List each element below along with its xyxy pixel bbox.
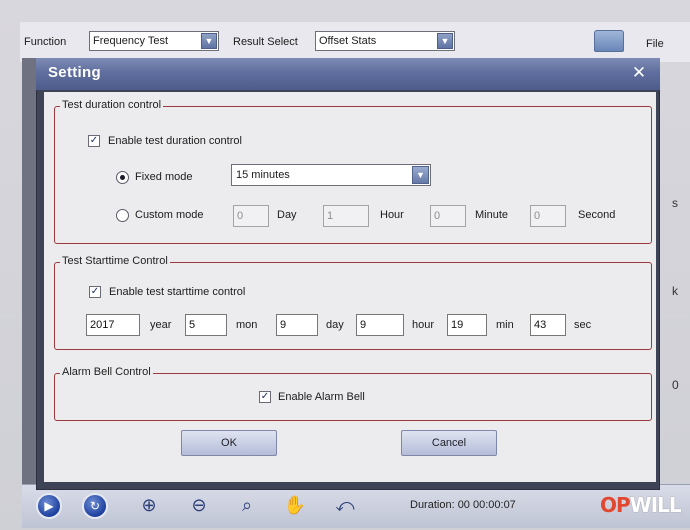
enable-starttime-label[interactable]: Enable test starttime control bbox=[109, 286, 245, 298]
function-select[interactable]: Frequency Test ▼ bbox=[89, 31, 219, 51]
cancel-button[interactable]: Cancel bbox=[401, 430, 497, 456]
file-label[interactable]: File bbox=[646, 38, 664, 50]
starttime-group-title: Test Starttime Control bbox=[60, 255, 170, 267]
enable-alarm-checkbox[interactable]: ✓ bbox=[259, 391, 271, 403]
company-logo: OPWILL bbox=[600, 493, 682, 523]
day-label: Day bbox=[277, 209, 297, 221]
chevron-down-icon[interactable]: ▼ bbox=[201, 33, 217, 49]
custom-mode-radio[interactable] bbox=[116, 209, 129, 222]
radio-selected-dot bbox=[120, 175, 125, 180]
fixed-mode-label[interactable]: Fixed mode bbox=[135, 171, 192, 183]
custom-second-input[interactable]: 0 bbox=[530, 205, 566, 227]
year-label: year bbox=[150, 319, 172, 331]
day-label: day bbox=[326, 319, 344, 331]
hour-label: Hour bbox=[380, 209, 404, 221]
chevron-down-icon[interactable]: ▼ bbox=[437, 33, 453, 49]
start-day-input[interactable]: 9 bbox=[276, 314, 318, 336]
dialog-shadow bbox=[22, 58, 36, 498]
side-text-fragment: 0 bbox=[672, 378, 679, 392]
start-month-input[interactable]: 5 bbox=[185, 314, 227, 336]
min-label: min bbox=[496, 319, 514, 331]
start-minute-input[interactable]: 19 bbox=[447, 314, 487, 336]
pan-hand-icon[interactable]: ✋ bbox=[282, 493, 308, 519]
enable-duration-label[interactable]: Enable test duration control bbox=[108, 135, 242, 147]
minute-label: Minute bbox=[475, 209, 509, 221]
fixed-mode-value: 15 minutes bbox=[236, 169, 290, 181]
enable-starttime-checkbox[interactable]: ✓ bbox=[89, 286, 101, 298]
function-select-value: Frequency Test bbox=[93, 35, 169, 47]
alarm-group-title: Alarm Bell Control bbox=[60, 366, 153, 378]
logo-will-text: WILL bbox=[629, 493, 682, 517]
side-text-fragment: s bbox=[672, 196, 678, 210]
fixed-mode-select[interactable]: 15 minutes ▼ bbox=[231, 164, 431, 186]
file-icon[interactable] bbox=[594, 30, 624, 52]
duration-group-title: Test duration control bbox=[60, 99, 164, 111]
custom-day-input[interactable]: 0 bbox=[233, 205, 269, 227]
result-select[interactable]: Offset Stats ▼ bbox=[315, 31, 455, 51]
zoom-region-icon[interactable]: ⌕ bbox=[234, 493, 260, 519]
play-icon[interactable]: ▶ bbox=[36, 493, 62, 519]
sec-label: sec bbox=[574, 319, 592, 331]
dialog-title: Setting bbox=[48, 64, 101, 81]
dialog-titlebar[interactable] bbox=[36, 58, 660, 90]
second-label: Second bbox=[578, 209, 616, 221]
starttime-group bbox=[54, 262, 652, 350]
result-select-label: Result Select bbox=[233, 36, 298, 48]
hour-label: hour bbox=[412, 319, 435, 331]
fixed-mode-radio[interactable] bbox=[116, 171, 129, 184]
zoom-in-icon[interactable]: ⊕ bbox=[136, 493, 162, 519]
start-hour-input[interactable]: 9 bbox=[356, 314, 404, 336]
start-year-input[interactable]: 2017 bbox=[86, 314, 140, 336]
zoom-out-icon[interactable]: ⊖ bbox=[186, 493, 212, 519]
refresh-icon[interactable]: ↻ bbox=[82, 493, 108, 519]
chevron-down-icon[interactable]: ▼ bbox=[412, 166, 429, 184]
function-label: Function bbox=[24, 36, 67, 48]
reset-view-icon[interactable]: ⤺ bbox=[332, 493, 358, 519]
custom-mode-label[interactable]: Custom mode bbox=[135, 209, 203, 221]
enable-alarm-label[interactable]: Enable Alarm Bell bbox=[278, 391, 365, 403]
logo-op-text: OP bbox=[600, 493, 631, 517]
custom-minute-input[interactable]: 0 bbox=[430, 205, 466, 227]
start-second-input[interactable]: 43 bbox=[530, 314, 566, 336]
enable-duration-checkbox[interactable]: ✓ bbox=[88, 135, 100, 147]
close-icon[interactable]: ✕ bbox=[626, 61, 652, 85]
ok-button[interactable]: OK bbox=[181, 430, 277, 456]
result-select-value: Offset Stats bbox=[319, 35, 377, 47]
duration-readout: Duration: 00 00:00:07 bbox=[410, 499, 516, 511]
custom-hour-input[interactable]: 1 bbox=[323, 205, 369, 227]
mon-label: mon bbox=[236, 319, 258, 331]
side-text-fragment: k bbox=[672, 284, 678, 298]
